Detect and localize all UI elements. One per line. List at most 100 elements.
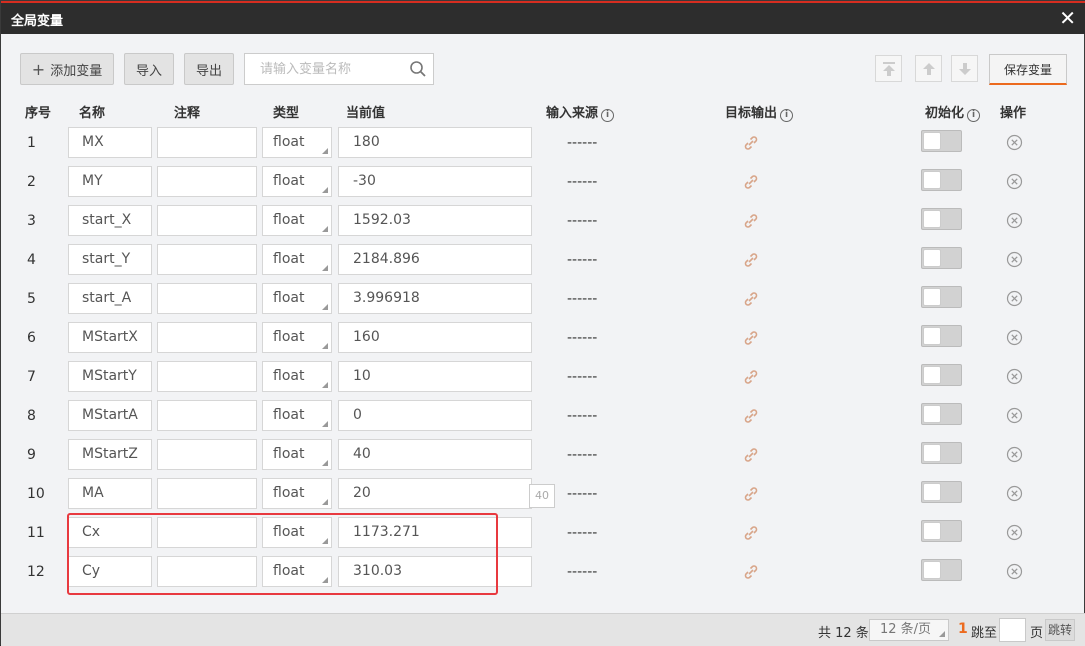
variable-value-field[interactable]: 20 (338, 478, 532, 509)
delete-icon[interactable] (1006, 329, 1023, 346)
close-icon[interactable]: ✕ (1059, 6, 1076, 30)
variable-value-field[interactable]: 40 (338, 439, 532, 470)
variable-note-field[interactable] (157, 556, 257, 587)
variable-type-select[interactable]: float (262, 478, 332, 509)
link-icon[interactable] (741, 133, 761, 153)
delete-icon[interactable] (1006, 251, 1023, 268)
link-icon[interactable] (741, 172, 761, 192)
init-toggle[interactable] (921, 481, 962, 503)
variable-value-field[interactable]: 1592.03 (338, 205, 532, 236)
variable-note-field[interactable] (157, 127, 257, 158)
variable-value-field[interactable]: -30 (338, 166, 532, 197)
delete-icon[interactable] (1006, 173, 1023, 190)
variable-note-field[interactable] (157, 400, 257, 431)
delete-icon[interactable] (1006, 368, 1023, 385)
move-to-top-button[interactable] (875, 55, 902, 82)
page-size-select[interactable]: 12 条/页 (869, 619, 949, 641)
variable-type-select[interactable]: float (262, 361, 332, 392)
variable-name-field[interactable]: MY (68, 166, 152, 197)
init-toggle[interactable] (921, 130, 962, 152)
link-icon[interactable] (741, 328, 761, 348)
current-page[interactable]: 1 (958, 621, 968, 637)
jump-button[interactable]: 跳转 (1045, 619, 1075, 641)
variable-value-field[interactable]: 160 (338, 322, 532, 353)
link-icon[interactable] (741, 445, 761, 465)
variable-name-field[interactable]: MStartX (68, 322, 152, 353)
link-icon[interactable] (741, 484, 761, 504)
variable-name-field[interactable]: start_A (68, 283, 152, 314)
init-toggle[interactable] (921, 403, 962, 425)
init-toggle[interactable] (921, 364, 962, 386)
variable-type-select[interactable]: float (262, 322, 332, 353)
variable-note-field[interactable] (157, 517, 257, 548)
variable-name-field[interactable]: MA (68, 478, 152, 509)
variable-name-field[interactable]: MStartZ (68, 439, 152, 470)
init-toggle[interactable] (921, 286, 962, 308)
link-icon[interactable] (741, 562, 761, 582)
variable-name-field[interactable]: MX (68, 127, 152, 158)
info-icon[interactable]: i (967, 109, 981, 122)
variable-value-field[interactable]: 180 (338, 127, 532, 158)
move-up-button[interactable] (915, 55, 942, 82)
init-toggle[interactable] (921, 520, 962, 542)
move-down-button[interactable] (951, 55, 978, 82)
variable-note-field[interactable] (157, 478, 257, 509)
variable-value-field[interactable]: 10 (338, 361, 532, 392)
variable-type-select[interactable]: float (262, 400, 332, 431)
variable-type-select[interactable]: float (262, 166, 332, 197)
variable-value-field[interactable]: 3.996918 (338, 283, 532, 314)
init-toggle[interactable] (921, 325, 962, 347)
variable-note-field[interactable] (157, 244, 257, 275)
delete-icon[interactable] (1006, 446, 1023, 463)
delete-icon[interactable] (1006, 212, 1023, 229)
delete-icon[interactable] (1006, 524, 1023, 541)
variable-note-field[interactable] (157, 439, 257, 470)
variable-note-field[interactable] (157, 322, 257, 353)
variable-name-field[interactable]: start_X (68, 205, 152, 236)
link-icon[interactable] (741, 406, 761, 426)
variable-name-field[interactable]: Cx (68, 517, 152, 548)
delete-icon[interactable] (1006, 563, 1023, 580)
init-toggle[interactable] (921, 442, 962, 464)
jump-page-input[interactable] (999, 618, 1026, 642)
add-variable-button[interactable]: + 添加变量 (20, 53, 114, 85)
variable-note-field[interactable] (157, 361, 257, 392)
delete-icon[interactable] (1006, 485, 1023, 502)
variable-type-select[interactable]: float (262, 205, 332, 236)
variable-type-select[interactable]: float (262, 283, 332, 314)
info-icon[interactable]: i (780, 109, 794, 122)
delete-icon[interactable] (1006, 407, 1023, 424)
variable-value-field[interactable]: 2184.896 (338, 244, 532, 275)
variable-type-select[interactable]: float (262, 556, 332, 587)
export-button[interactable]: 导出 (184, 53, 234, 85)
variable-type-select[interactable]: float (262, 439, 332, 470)
init-toggle[interactable] (921, 169, 962, 191)
link-icon[interactable] (741, 250, 761, 270)
variable-type-select[interactable]: float (262, 244, 332, 275)
link-icon[interactable] (741, 367, 761, 387)
link-icon[interactable] (741, 289, 761, 309)
init-toggle[interactable] (921, 208, 962, 230)
save-variables-button[interactable]: 保存变量 (989, 54, 1067, 85)
variable-note-field[interactable] (157, 166, 257, 197)
variable-name-field[interactable]: MStartY (68, 361, 152, 392)
delete-icon[interactable] (1006, 134, 1023, 151)
init-toggle[interactable] (921, 247, 962, 269)
variable-value-field[interactable]: 0 (338, 400, 532, 431)
info-icon[interactable]: i (601, 109, 615, 122)
import-button[interactable]: 导入 (124, 53, 174, 85)
variable-value-field[interactable]: 1173.271 (338, 517, 532, 548)
variable-name-field[interactable]: Cy (68, 556, 152, 587)
link-icon[interactable] (741, 211, 761, 231)
variable-type-select[interactable]: float (262, 127, 332, 158)
delete-icon[interactable] (1006, 290, 1023, 307)
init-toggle[interactable] (921, 559, 962, 581)
variable-name-field[interactable]: MStartA (68, 400, 152, 431)
link-icon[interactable] (741, 523, 761, 543)
search-input[interactable] (245, 54, 395, 84)
variable-note-field[interactable] (157, 283, 257, 314)
search-icon[interactable] (409, 60, 427, 78)
variable-name-field[interactable]: start_Y (68, 244, 152, 275)
variable-note-field[interactable] (157, 205, 257, 236)
variable-value-field[interactable]: 310.03 (338, 556, 532, 587)
